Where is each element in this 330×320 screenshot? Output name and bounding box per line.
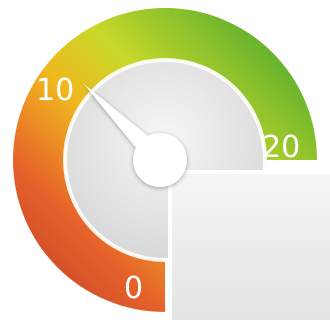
tick-label-min: 0 <box>124 271 143 306</box>
gauge-panel <box>170 170 330 320</box>
gauge-widget: 0 10 20 <box>0 0 330 320</box>
needle-hub <box>133 133 187 187</box>
tick-label-mid: 10 <box>36 73 74 108</box>
gauge-svg: 0 10 20 <box>13 8 330 320</box>
tick-label-max: 20 <box>262 130 300 165</box>
